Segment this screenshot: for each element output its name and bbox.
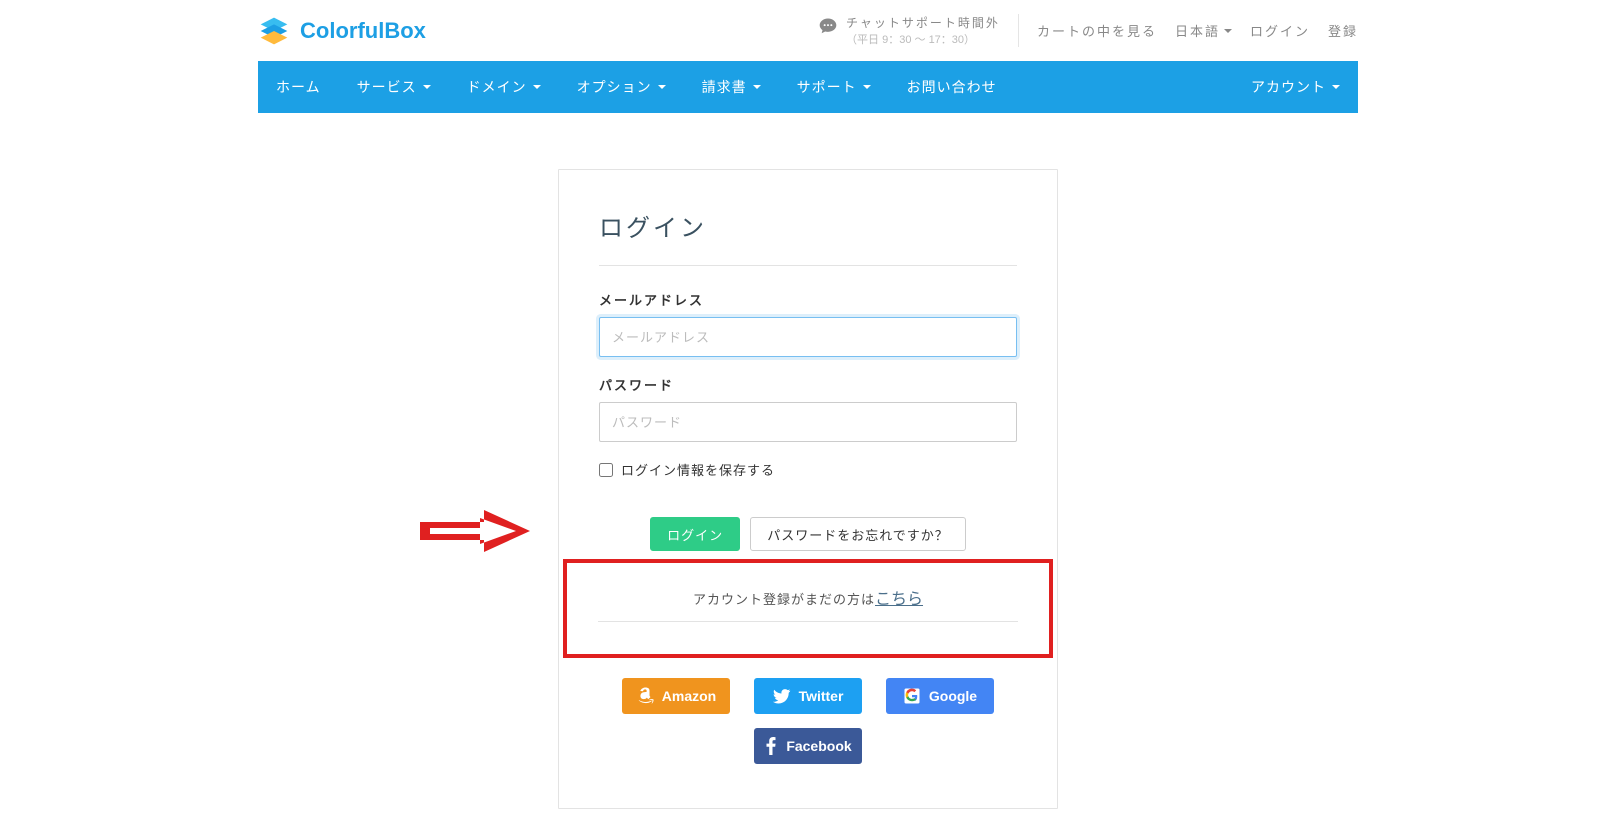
email-input[interactable] (599, 317, 1017, 357)
social-label: Google (929, 688, 977, 704)
register-link[interactable]: 登録 (1328, 21, 1358, 40)
chat-icon (818, 16, 838, 36)
nav-billing[interactable]: 請求書 (684, 61, 779, 113)
password-input[interactable] (599, 402, 1017, 442)
social-google-button[interactable]: Google (886, 678, 994, 714)
login-link[interactable]: ログイン (1250, 21, 1310, 40)
nav-service[interactable]: サービス (339, 61, 449, 113)
twitter-icon (773, 687, 791, 705)
brand-logo[interactable]: ColorfulBox (258, 15, 426, 47)
caret-down-icon (1332, 85, 1340, 89)
password-label: パスワード (599, 375, 1017, 394)
social-twitter-button[interactable]: Twitter (754, 678, 862, 714)
caret-down-icon (1224, 29, 1232, 33)
nav-contact[interactable]: お問い合わせ (889, 61, 1015, 113)
social-facebook-button[interactable]: Facebook (754, 728, 862, 764)
nav-item-label: サポート (797, 77, 857, 97)
login-button[interactable]: ログイン (650, 517, 740, 551)
caret-down-icon (753, 85, 761, 89)
nav-domain[interactable]: ドメイン (449, 61, 559, 113)
logo-icon (258, 15, 290, 47)
chat-hours: （平日 9：30 ～ 17：30） (846, 31, 1000, 47)
language-selector[interactable]: 日本語 (1175, 21, 1232, 40)
remember-label: ログイン情報を保存する (621, 460, 775, 479)
amazon-icon (636, 687, 654, 705)
main-nav: ホーム サービス ドメイン オプション 請求書 サポート お問い合わせ アカウン… (258, 61, 1358, 113)
facebook-icon (764, 737, 778, 755)
nav-item-label: ドメイン (467, 77, 527, 97)
login-title: ログイン (599, 208, 1017, 266)
caret-down-icon (423, 85, 431, 89)
social-amazon-button[interactable]: Amazon (622, 678, 730, 714)
social-label: Facebook (786, 738, 851, 754)
arrow-right-icon (420, 508, 530, 554)
nav-home[interactable]: ホーム (258, 61, 339, 113)
nav-item-label: アカウント (1251, 77, 1326, 97)
language-label: 日本語 (1175, 21, 1220, 40)
social-label: Amazon (662, 688, 716, 704)
nav-account[interactable]: アカウント (1233, 61, 1358, 113)
google-icon (903, 687, 921, 705)
brand-name: ColorfulBox (300, 18, 426, 44)
nav-item-label: サービス (357, 77, 417, 97)
nav-item-label: お問い合わせ (907, 77, 997, 97)
register-callout: アカウント登録がまだの方はこちら (563, 559, 1053, 658)
caret-down-icon (533, 85, 541, 89)
remember-checkbox-row[interactable]: ログイン情報を保存する (599, 460, 1017, 479)
nav-support[interactable]: サポート (779, 61, 889, 113)
caret-down-icon (863, 85, 871, 89)
remember-checkbox[interactable] (599, 463, 613, 477)
login-card: ログイン メールアドレス パスワード ログイン情報を保存する ログイン パスワー… (558, 169, 1058, 809)
social-label: Twitter (799, 688, 844, 704)
email-label: メールアドレス (599, 290, 1017, 309)
nav-item-label: 請求書 (702, 77, 747, 97)
cart-link[interactable]: カートの中を見る (1037, 21, 1157, 40)
forgot-password-button[interactable]: パスワードをお忘れですか？ (750, 517, 966, 551)
chat-title: チャットサポート時間外 (846, 14, 1000, 31)
nav-item-label: ホーム (276, 77, 321, 97)
annotation-arrow (420, 508, 530, 559)
chat-support-status: チャットサポート時間外 （平日 9：30 ～ 17：30） (818, 14, 1019, 47)
nav-option[interactable]: オプション (559, 61, 684, 113)
register-prompt-text: アカウント登録がまだの方は (693, 592, 875, 607)
nav-item-label: オプション (577, 77, 652, 97)
caret-down-icon (658, 85, 666, 89)
register-here-link[interactable]: こちら (875, 591, 923, 608)
